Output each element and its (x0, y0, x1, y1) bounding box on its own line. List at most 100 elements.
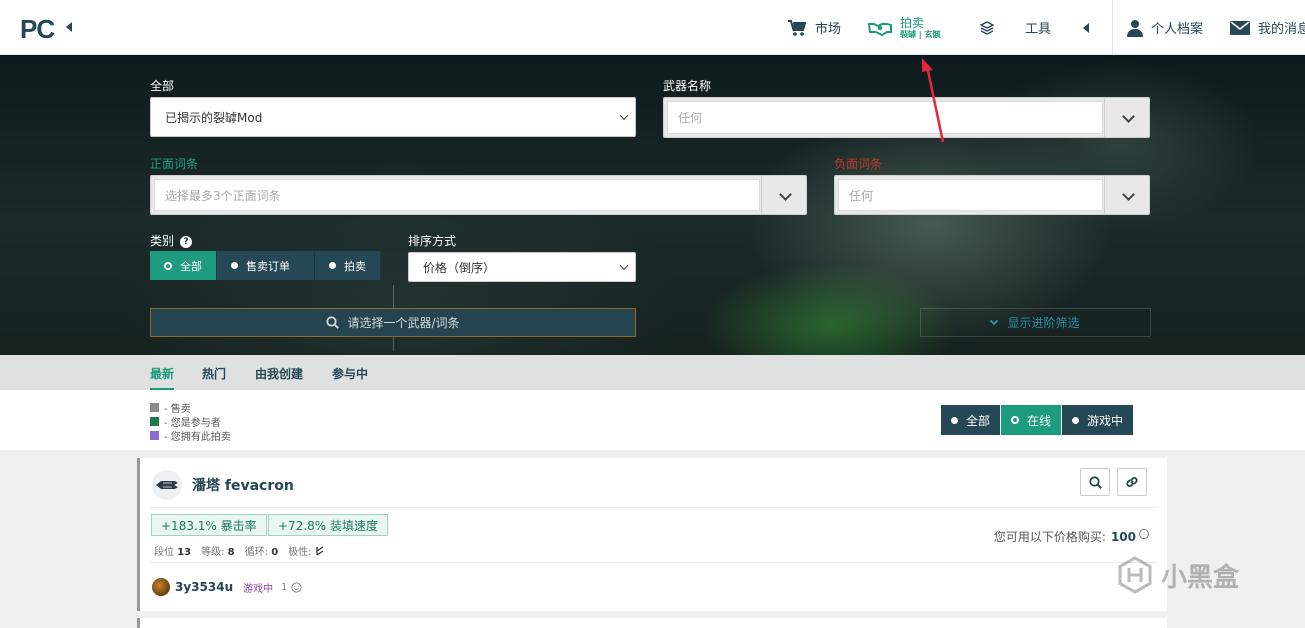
nav-market[interactable]: 市场 (787, 0, 841, 55)
auction-meta: 段位 13 等级: 8 循环: 0 极性: (154, 543, 325, 558)
layers-button[interactable] (980, 0, 1002, 55)
platinum-icon (1139, 528, 1149, 539)
status-option-online[interactable]: 在线 (1001, 405, 1063, 435)
tab-popular[interactable]: 热门 (202, 355, 226, 390)
search-icon (1088, 475, 1102, 489)
positive-stat-tag: +72.8% 装填速度 (268, 514, 388, 536)
auction-title[interactable]: 潘塔 fevacron (192, 475, 294, 495)
legend-swatch (150, 431, 159, 440)
nav-auction-text: 拍卖 裂罅 | 玄骸 (900, 16, 941, 40)
legend-item: - 售卖 (150, 400, 191, 415)
watermark: 小黑盒 (1115, 555, 1239, 595)
category-option-label: 全部 (180, 259, 202, 273)
polarity-icon (316, 546, 324, 556)
platform-caret-icon[interactable] (66, 22, 72, 32)
handshake-icon (868, 22, 892, 36)
nav-market-label: 市场 (815, 22, 842, 37)
category-option-sell[interactable]: 售卖订单 (217, 251, 315, 280)
link-icon (1126, 477, 1138, 487)
weapon-dropdown-button[interactable] (1104, 98, 1149, 137)
rank-value: 13 (177, 547, 192, 558)
legend-swatch (150, 403, 159, 412)
negative-attribute-input[interactable]: 任何 (838, 179, 1103, 211)
user-icon (1127, 19, 1143, 37)
watermark-logo-icon (1118, 556, 1152, 594)
tab-latest[interactable]: 最新 (150, 355, 175, 390)
legend-swatch (150, 417, 159, 426)
positive-attributes-input[interactable]: 选择最多3个正面词条 (154, 179, 760, 211)
radio-icon (329, 262, 336, 269)
sort-value: 价格（倒序） (423, 260, 496, 275)
category-option-all[interactable]: 全部 (150, 251, 217, 280)
advanced-filter-button[interactable]: 显示进阶筛选 (920, 308, 1151, 337)
copy-link-button[interactable] (1117, 468, 1147, 496)
cart-icon (788, 19, 807, 36)
weapon-label: 武器名称 (663, 79, 712, 93)
radio-icon (1072, 416, 1080, 424)
cycles-value: 0 (271, 547, 279, 558)
help-icon[interactable]: ? (180, 236, 193, 248)
polarity: 极性: (288, 543, 325, 558)
negative-dropdown-button[interactable] (1104, 176, 1149, 214)
price-label: 您可用以下价格购买: (993, 530, 1106, 544)
positive-attributes-select[interactable]: 选择最多3个正面词条 (150, 175, 807, 215)
category-label-wrap: 类别? (150, 232, 193, 249)
chevron-down-icon (990, 316, 999, 325)
weapon-input[interactable]: 任何 (667, 101, 1103, 134)
legend-text: - 您是参与者 (164, 418, 221, 429)
weapon-select[interactable]: 任何 (663, 97, 1150, 138)
envelope-icon (1230, 20, 1250, 35)
avatar[interactable] (152, 578, 170, 596)
watermark-text: 小黑盒 (1161, 562, 1240, 593)
layers-icon (980, 20, 994, 35)
category-option-label: 售卖订单 (246, 259, 290, 273)
seller-status: 游戏中 (243, 583, 274, 595)
status-option-ingame[interactable]: 游戏中 (1062, 405, 1135, 435)
radio-selected-icon (164, 261, 172, 270)
buyout-price: 您可用以下价格购买: 100 (994, 528, 1149, 545)
weapon-icon (152, 470, 182, 500)
status-option-all[interactable]: 全部 (941, 405, 1002, 435)
sort-select[interactable]: 价格（倒序） (408, 252, 636, 282)
category-option-label: 拍卖 (344, 259, 366, 273)
radio-icon (231, 262, 238, 269)
chevron-down-icon (619, 261, 629, 271)
status-option-label: 在线 (1027, 413, 1052, 428)
positive-dropdown-button[interactable] (761, 176, 806, 214)
category-option-auction[interactable]: 拍卖 (315, 251, 381, 280)
auction-card (137, 618, 1167, 628)
legend-text: - 您拥有此拍卖 (164, 432, 231, 443)
legend-item: - 您拥有此拍卖 (150, 428, 231, 443)
level-value: 8 (227, 547, 235, 558)
nav-tools-label: 工具 (1025, 22, 1052, 37)
filter-panel: 全部 已揭示的裂罅Mod 武器名称 任何 正面词条 选择最多3个正面词条 负面词… (0, 55, 1305, 355)
nav-profile[interactable]: 个人档案 (1127, 0, 1203, 55)
seller-info: 3y3534u 游戏中 1 (152, 578, 302, 596)
nav-tools[interactable]: 工具 (1025, 0, 1051, 55)
positive-label: 正面词条 (150, 157, 199, 171)
all-label: 全部 (150, 79, 175, 93)
advanced-filter-label: 显示进阶筛选 (1007, 316, 1080, 330)
tab-created-by-me[interactable]: 由我创建 (255, 355, 303, 390)
search-button[interactable]: 请选择一个武器/词条 (150, 308, 636, 337)
nav-collapse-button[interactable] (1083, 0, 1089, 55)
search-icon (326, 316, 340, 329)
seller-name[interactable]: 3y3534u (175, 580, 233, 594)
listing-tabs: 最新 热门 由我创建 参与中 (0, 355, 1305, 390)
negative-attribute-select[interactable]: 任何 (834, 175, 1150, 215)
card-separator (150, 562, 1157, 563)
search-auction-button[interactable] (1080, 468, 1110, 496)
negative-label: 负面词条 (834, 157, 883, 171)
polarity-label: 极性: (288, 547, 312, 558)
smile-icon (290, 581, 302, 593)
cycles-label: 循环: (244, 547, 269, 558)
nav-messages[interactable]: 我的消息 (1230, 0, 1305, 55)
caret-left-icon (1083, 22, 1089, 33)
nav-messages-label: 我的消息 (1258, 22, 1305, 37)
platform-logo[interactable]: PC (20, 14, 55, 45)
tab-participating[interactable]: 参与中 (332, 355, 368, 390)
category-label: 类别 (150, 234, 175, 248)
mod-type-select[interactable]: 已揭示的裂罅Mod (150, 97, 636, 137)
nav-auction[interactable]: 拍卖 裂罅 | 玄骸 (868, 0, 941, 55)
status-option-label: 全部 (966, 413, 991, 428)
